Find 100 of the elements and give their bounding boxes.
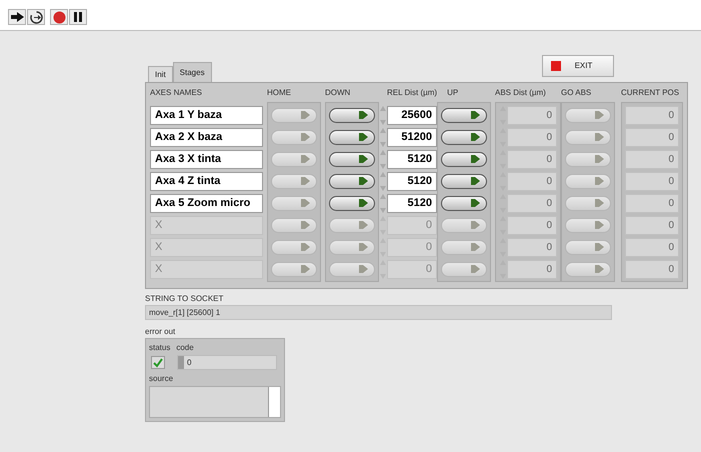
triangle-icon — [359, 199, 368, 207]
column-header: ABS Dist (µm) — [495, 87, 547, 99]
abort-button[interactable] — [50, 9, 68, 25]
status-label: status — [149, 342, 170, 354]
triangle-icon — [359, 243, 368, 251]
axis-name-field[interactable]: X — [150, 216, 263, 234]
arrow-button[interactable] — [441, 196, 487, 210]
arrow-button[interactable] — [441, 174, 487, 188]
rel-dist-field[interactable]: 51200 — [387, 128, 437, 146]
column-header: REL Dist (µm) — [387, 87, 438, 99]
exit-button[interactable]: EXIT — [542, 55, 614, 77]
scrollbar[interactable] — [268, 387, 280, 417]
triangle-icon — [359, 177, 368, 185]
code-field: 0 — [177, 355, 277, 370]
axis-name-field[interactable]: X — [150, 260, 263, 278]
triangle-icon — [471, 111, 480, 119]
increment-arrows[interactable] — [379, 150, 386, 168]
field-label: STRING TO SOCKET — [145, 293, 224, 305]
current-pos-field: 0 — [625, 128, 679, 146]
current-pos-field: 0 — [625, 260, 679, 278]
triangle-icon — [471, 243, 480, 251]
abs-dist-field[interactable]: 0 — [507, 106, 557, 124]
rel-dist-field[interactable]: 0 — [387, 238, 437, 256]
rel-dist-field[interactable]: 5120 — [387, 194, 437, 212]
tab[interactable]: Init — [148, 66, 173, 82]
triangle-icon — [595, 133, 604, 141]
rel-dist-field[interactable]: 5120 — [387, 150, 437, 168]
abs-dist-field[interactable]: 0 — [507, 128, 557, 146]
stop-icon — [52, 10, 66, 24]
arrow-button[interactable] — [441, 130, 487, 144]
abs-dist-field[interactable]: 0 — [507, 260, 557, 278]
code-label: code — [176, 342, 194, 354]
triangle-icon — [359, 133, 368, 141]
triangle-icon — [595, 243, 604, 251]
current-pos-field: 0 — [625, 194, 679, 212]
triangle-icon — [301, 221, 310, 229]
run-continuously-button[interactable] — [27, 9, 45, 25]
triangle-icon — [595, 199, 604, 207]
square-icon — [550, 61, 561, 71]
increment-arrows[interactable] — [379, 172, 386, 190]
triangle-icon — [301, 265, 310, 273]
arrow-button[interactable] — [329, 196, 375, 210]
current-pos-field: 0 — [625, 216, 679, 234]
radix-marker — [178, 356, 184, 369]
triangle-icon — [301, 243, 310, 251]
triangle-icon — [595, 221, 604, 229]
triangle-icon — [301, 111, 310, 119]
axis-name-field[interactable]: X — [150, 238, 263, 256]
abs-dist-field[interactable]: 0 — [507, 238, 557, 256]
tab[interactable]: Stages — [172, 62, 212, 82]
abs-dist-field[interactable]: 0 — [507, 194, 557, 212]
triangle-icon — [359, 265, 368, 273]
arrow-button[interactable] — [329, 152, 375, 166]
triangle-icon — [595, 111, 604, 119]
arrow-button[interactable] — [329, 108, 375, 122]
triangle-icon — [301, 199, 310, 207]
arrow-button[interactable] — [329, 174, 375, 188]
current-pos-field: 0 — [625, 106, 679, 124]
abs-dist-field[interactable]: 0 — [507, 216, 557, 234]
increment-arrows[interactable] — [379, 194, 386, 212]
triangle-icon — [301, 155, 310, 163]
arrow-icon — [10, 12, 24, 22]
triangle-icon — [359, 155, 368, 163]
column-header: CURRENT POS — [621, 87, 680, 99]
cluster-label: error out — [145, 326, 176, 338]
rel-dist-field[interactable]: 25600 — [387, 106, 437, 124]
rel-dist-field[interactable]: 0 — [387, 216, 437, 234]
triangle-icon — [301, 177, 310, 185]
triangle-icon — [595, 155, 604, 163]
run-button[interactable] — [8, 9, 26, 25]
rel-dist-field[interactable]: 5120 — [387, 172, 437, 190]
abs-dist-field[interactable]: 0 — [507, 172, 557, 190]
axis-name-field[interactable]: Axa 3 X tinta — [150, 150, 263, 168]
rel-dist-field[interactable]: 0 — [387, 260, 437, 278]
current-pos-field: 0 — [625, 150, 679, 168]
current-pos-field: 0 — [625, 238, 679, 256]
source-label: source — [149, 373, 174, 385]
triangle-icon — [301, 133, 310, 141]
triangle-icon — [471, 133, 480, 141]
triangle-icon — [595, 265, 604, 273]
increment-arrows[interactable] — [379, 128, 386, 146]
triangle-icon — [359, 221, 368, 229]
axis-name-field[interactable]: Axa 2 X baza — [150, 128, 263, 146]
column-header: DOWN — [325, 87, 352, 99]
triangle-icon — [359, 111, 368, 119]
arrow-button[interactable] — [329, 130, 375, 144]
triangle-icon — [471, 177, 480, 185]
column-header: AXES NAMES — [150, 87, 204, 99]
arrow-button[interactable] — [441, 108, 487, 122]
axis-name-field[interactable]: Axa 4 Z tinta — [150, 172, 263, 190]
column-header: GO ABS — [561, 87, 592, 99]
axis-name-field[interactable]: Axa 1 Y baza — [150, 106, 263, 124]
column-header: UP — [447, 87, 458, 99]
pause-button[interactable] — [69, 9, 87, 25]
triangle-icon — [471, 155, 480, 163]
increment-arrows[interactable] — [379, 106, 386, 124]
current-pos-field: 0 — [625, 172, 679, 190]
abs-dist-field[interactable]: 0 — [507, 150, 557, 168]
arrow-button[interactable] — [441, 152, 487, 166]
axis-name-field[interactable]: Axa 5 Zoom micro — [150, 194, 263, 212]
